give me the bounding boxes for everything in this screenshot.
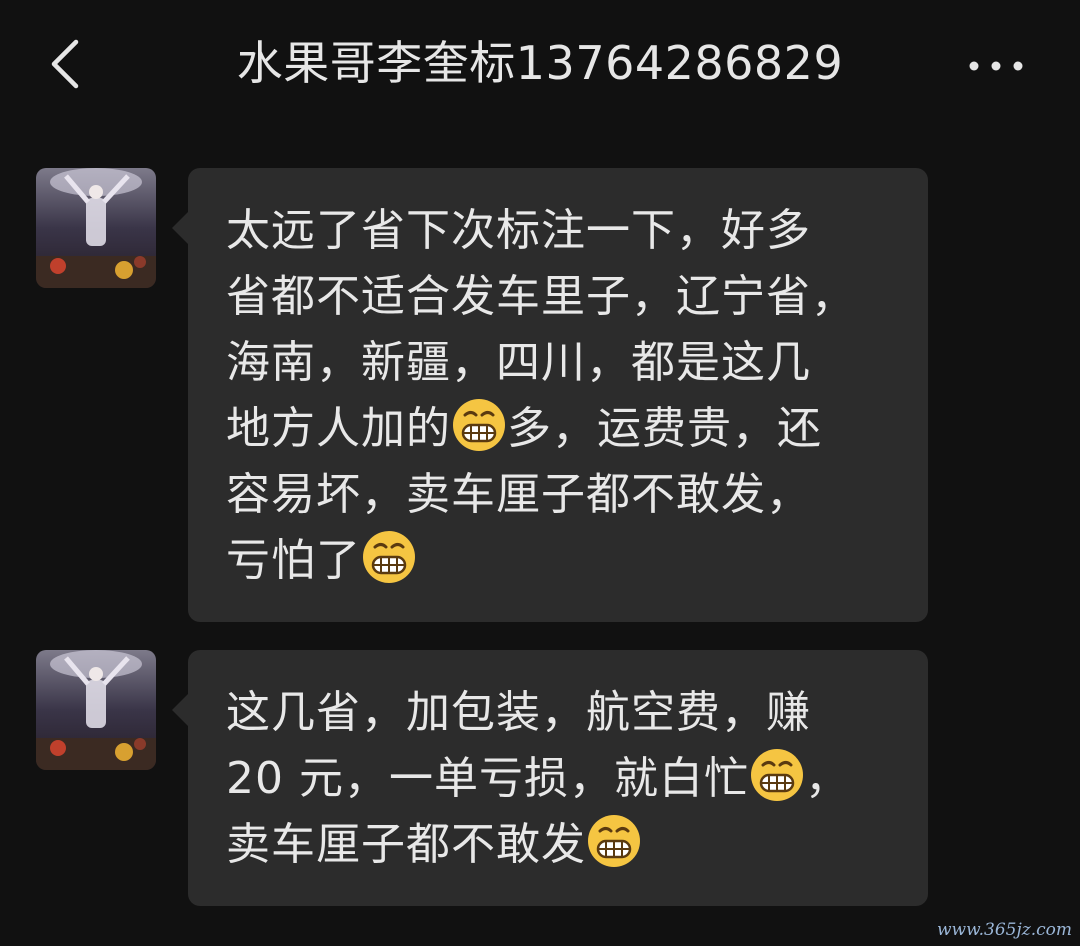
watermark: www.365jz.com [937,920,1072,940]
message-line: 20 元，一单亏损，就白忙， [226,746,892,812]
grin-emoji-icon [750,749,803,801]
message-line: 这几省，加包装，航空费，赚 [226,687,811,738]
contact-avatar[interactable] [36,168,156,288]
chat-screen: 水果哥李奎标13764286829 太远了省下次标注一下，好多 省都不适合发车里… [0,0,1080,946]
grin-emoji-icon [588,815,640,867]
message-line: 海南，新疆，四川，都是这几 [226,337,811,388]
message-line: 卖车厘子都不敢发 [226,812,892,878]
message-bubble[interactable]: 这几省，加包装，航空费，赚 20 元，一单亏损，就白忙， 卖车厘子都不敢发 [172,650,928,906]
bubble-tail [172,212,188,244]
chat-title: 水果哥李奎标13764286829 [236,36,844,90]
message-bubble[interactable]: 太远了省下次标注一下，好多 省都不适合发车里子，辽宁省， 海南，新疆，四川，都是… [172,168,928,622]
more-horizontal-icon [969,61,1023,71]
message-line: 亏怕了 [226,528,892,594]
contact-avatar[interactable] [36,650,156,770]
avatar-image [36,650,156,770]
bubble-tail [172,694,188,726]
message-line: 省都不适合发车里子，辽宁省， [226,271,856,322]
message-line: 太远了省下次标注一下，好多 [226,205,811,256]
grin-emoji-icon [363,531,415,583]
more-button[interactable] [960,44,1032,88]
message-line: 容易坏，卖车厘子都不敢发， [226,469,811,520]
grin-emoji-icon [453,399,505,451]
avatar-image [36,168,156,288]
message-line: 地方人加的 多，运费贵，还 [226,396,892,462]
chat-header: 水果哥李奎标13764286829 [0,0,1080,130]
